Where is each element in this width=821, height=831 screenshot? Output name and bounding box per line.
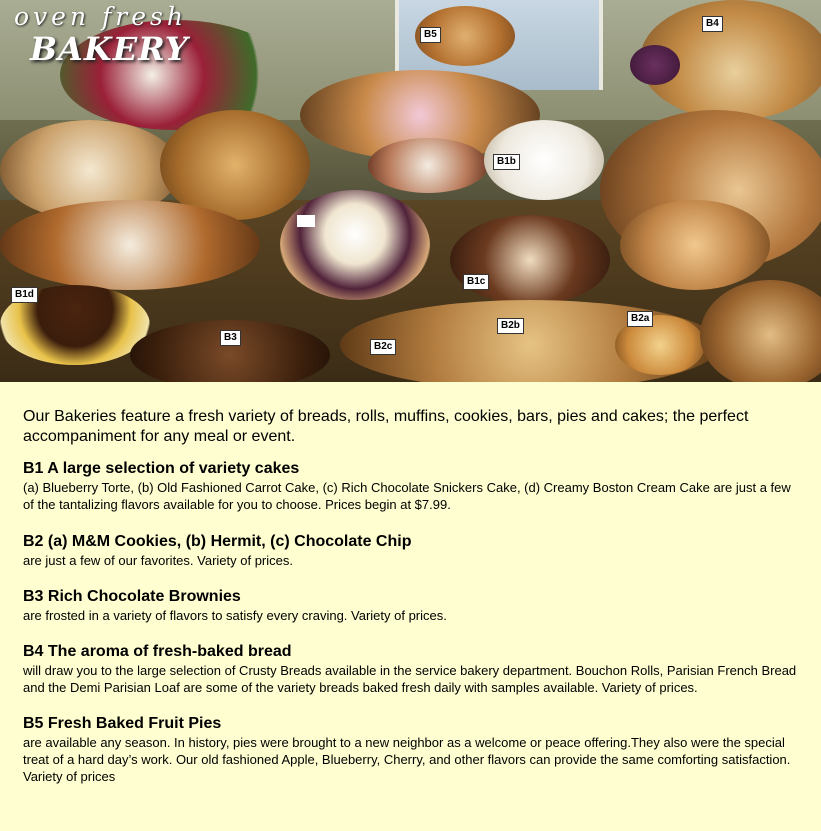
photo-label-b4: B4 — [702, 16, 723, 32]
section-b2-heading: B2 (a) M&M Cookies, (b) Hermit, (c) Choc… — [23, 533, 412, 550]
photo-label-b5: B5 — [420, 27, 441, 43]
section-b5: B5 Fresh Baked Fruit Pies are available … — [23, 714, 803, 785]
grapes — [630, 45, 680, 85]
section-b2: B2 (a) M&M Cookies, (b) Hermit, (c) Choc… — [23, 532, 803, 569]
section-b4-body: will draw you to the large selection of … — [23, 663, 797, 695]
photo-label-b1d: B1d — [11, 287, 38, 303]
brand-title-bakery: BAKERY — [30, 30, 189, 68]
photo-label-b2c: B2c — [370, 339, 397, 355]
photo-label-b2b: B2b — [497, 318, 524, 334]
cinnamon-rolls — [0, 200, 260, 290]
section-b4-heading: B4 The aroma of fresh-baked bread — [23, 643, 292, 660]
photo-label-b1c: B1c — [463, 274, 490, 290]
intro-paragraph: Our Bakeries feature a fresh variety of … — [23, 408, 749, 445]
brand-title-script: oven fresh — [14, 2, 187, 31]
section-b3-body: are frosted in a variety of flavors to s… — [23, 608, 447, 623]
section-b3: B3 Rich Chocolate Brownies are frosted i… — [23, 587, 803, 624]
chocolate-snickers-cake — [450, 215, 610, 305]
blueberry-torte — [280, 190, 430, 300]
section-b2-body: are just a few of our favorites. Variety… — [23, 553, 293, 568]
photo-label-b1a-blank — [297, 215, 315, 227]
section-b3-heading: B3 Rich Chocolate Brownies — [23, 588, 241, 605]
content-area: Our Bakeries feature a fresh variety of … — [23, 407, 803, 785]
section-b1: B1 A large selection of variety cakes (a… — [23, 459, 803, 513]
photo-label-b2a: B2a — [627, 311, 654, 327]
photo-label-b1b: B1b — [493, 154, 520, 170]
bakery-hero-image: oven fresh BAKERY B5 B4 B1b B1c B1d B3 B… — [0, 0, 821, 382]
section-b5-body: are available any season. In history, pi… — [23, 735, 791, 784]
section-b1-heading: B1 A large selection of variety cakes — [23, 460, 300, 477]
section-b4: B4 The aroma of fresh-baked bread will d… — [23, 642, 803, 696]
layer-cake — [368, 138, 488, 193]
dinner-rolls — [620, 200, 770, 290]
section-b5-heading: B5 Fresh Baked Fruit Pies — [23, 715, 222, 732]
section-b1-body: (a) Blueberry Torte, (b) Old Fashioned C… — [23, 480, 791, 512]
photo-label-b3: B3 — [220, 330, 241, 346]
